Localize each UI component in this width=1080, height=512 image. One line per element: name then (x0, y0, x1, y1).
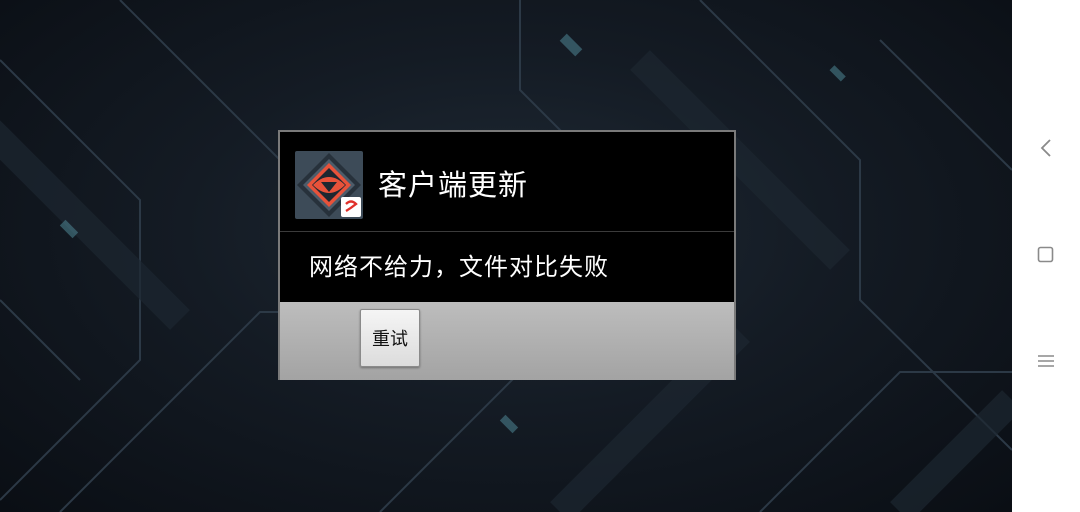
home-button[interactable] (1026, 235, 1066, 275)
menu-button[interactable] (1026, 341, 1066, 381)
system-navigation-bar (1012, 0, 1080, 512)
dialog-header: 客户端更新 (280, 132, 734, 232)
menu-icon (1038, 355, 1054, 367)
back-button[interactable] (1026, 128, 1066, 168)
back-icon (1040, 139, 1051, 157)
retry-button[interactable]: 重试 (360, 309, 420, 367)
dialog-button-bar: 重试 (280, 302, 734, 380)
dialog-title: 客户端更新 (378, 168, 529, 202)
game-eye-logo-icon (295, 151, 363, 219)
home-square-icon (1037, 246, 1054, 263)
update-dialog: 客户端更新 网络不给力，文件对比失败 重试 (278, 130, 736, 380)
dialog-message: 网络不给力，文件对比失败 (309, 253, 609, 281)
app-icon (295, 151, 363, 219)
